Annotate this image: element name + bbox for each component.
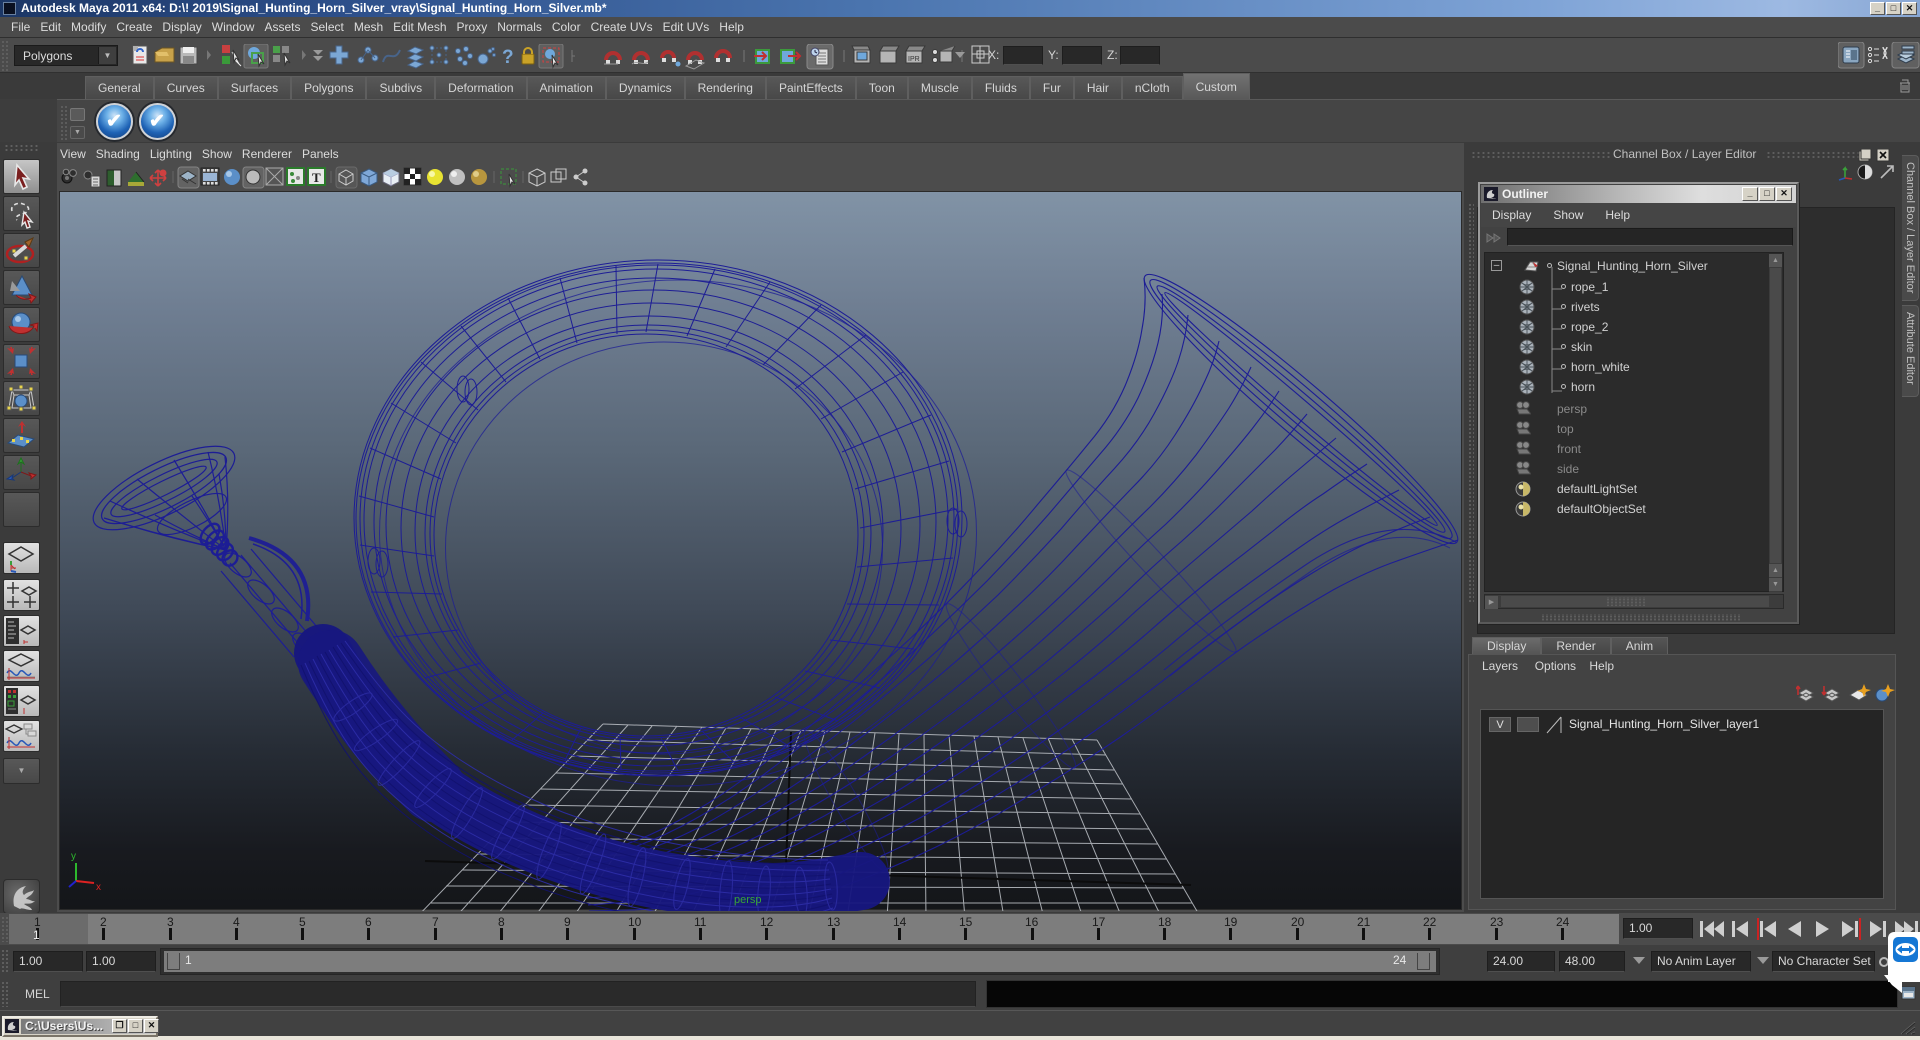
svg-text:y: y	[71, 851, 76, 862]
svg-text:persp: persp	[734, 894, 762, 906]
svg-text:T: T	[312, 170, 321, 185]
svg-text:x: x	[96, 882, 101, 893]
svg-text:?: ?	[502, 47, 514, 68]
svg-text:IPR: IPR	[908, 56, 920, 63]
